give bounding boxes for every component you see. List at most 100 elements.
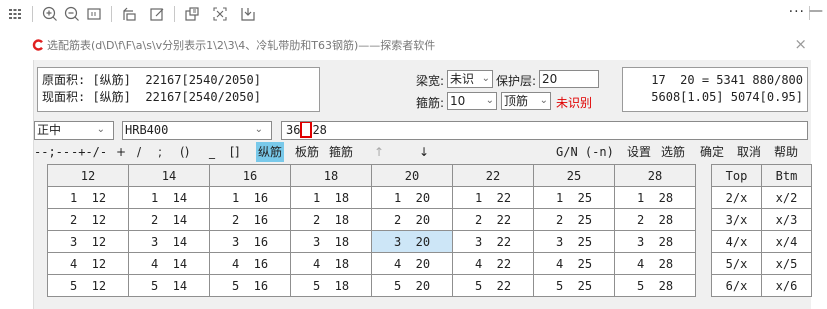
top-rebar-select[interactable]: 顶筋 ⌄ <box>501 92 551 110</box>
column-header[interactable]: Btm <box>761 164 812 187</box>
table-cell[interactable]: 2 25 <box>533 208 615 231</box>
table-cell[interactable]: x/2 <box>761 186 812 209</box>
table-cell[interactable]: 4 28 <box>614 252 696 275</box>
column-header[interactable]: 14 <box>128 164 210 187</box>
table-row: 6/x x/6 <box>711 274 812 297</box>
table-cell[interactable]: 1 16 <box>209 186 291 209</box>
table-cell[interactable]: 5 25 <box>533 274 615 297</box>
table-cell[interactable]: 3 22 <box>452 230 534 253</box>
rebar-input-field[interactable]: 36 28 <box>281 121 808 140</box>
symbol-brackets[interactable]: [] <box>230 142 239 162</box>
table-cell[interactable]: 5 22 <box>452 274 534 297</box>
cover-input[interactable]: 20 <box>539 70 599 88</box>
table-cell[interactable]: 6/x <box>711 274 762 297</box>
table-cell[interactable]: 5 20 <box>371 274 453 297</box>
symbol-underscore[interactable]: _ <box>209 142 215 162</box>
table-cell[interactable]: 2 18 <box>290 208 372 231</box>
position-select[interactable]: 正中 ⌄ <box>34 121 114 140</box>
table-cell[interactable]: 5 18 <box>290 274 372 297</box>
column-header[interactable]: 16 <box>209 164 291 187</box>
table-cell[interactable]: 3 28 <box>614 230 696 253</box>
ok-button[interactable]: 确定 <box>700 142 724 162</box>
table-cell[interactable]: 5 16 <box>209 274 291 297</box>
symbol-dash-semicolon[interactable]: --;-- <box>34 142 70 162</box>
symbol-parens[interactable]: () <box>180 142 189 162</box>
table-cell[interactable]: 4 22 <box>452 252 534 275</box>
stirrup-button[interactable]: 箍筋 <box>329 142 353 162</box>
beam-width-select[interactable]: 未识 ⌄ <box>447 70 493 88</box>
table-cell[interactable]: x/3 <box>761 208 812 231</box>
fit-icon[interactable] <box>83 3 105 25</box>
table-cell[interactable]: 2/x <box>711 186 762 209</box>
fullscreen-icon[interactable] <box>209 3 231 25</box>
stirrup-select[interactable]: 10 ⌄ <box>447 92 497 110</box>
table-cell[interactable]: 2 28 <box>614 208 696 231</box>
table-cell[interactable]: 1 25 <box>533 186 615 209</box>
table-cell[interactable]: 4 18 <box>290 252 372 275</box>
column-header[interactable]: 12 <box>47 164 129 187</box>
edit-icon[interactable] <box>146 3 168 25</box>
symbol-plus[interactable]: + <box>116 142 126 162</box>
table-cell[interactable]: 3 25 <box>533 230 615 253</box>
export-icon[interactable] <box>181 3 203 25</box>
table-row: 2 12 2 14 2 16 2 18 2 20 2 22 2 25 2 28 <box>47 208 696 231</box>
move-down-button[interactable]: ↓ <box>419 142 429 162</box>
table-cell[interactable]: 3 18 <box>290 230 372 253</box>
symbol-dash-plus[interactable]: -+-/- <box>71 142 107 162</box>
rotate-icon[interactable] <box>118 3 140 25</box>
table-cell[interactable]: 4/x <box>711 230 762 253</box>
table-cell[interactable]: 4 14 <box>128 252 210 275</box>
close-icon[interactable]: × <box>794 35 807 53</box>
column-header[interactable]: 25 <box>533 164 615 187</box>
table-cell[interactable]: 2 12 <box>47 208 129 231</box>
minimize-icon[interactable]: — <box>809 3 823 19</box>
table-cell[interactable]: 1 18 <box>290 186 372 209</box>
column-header[interactable]: 20 <box>371 164 453 187</box>
table-cell[interactable]: 4 16 <box>209 252 291 275</box>
steel-grade-select[interactable]: HRB400 ⌄ <box>122 121 272 140</box>
settings-button[interactable]: 设置 <box>627 142 651 162</box>
zoom-out-icon[interactable] <box>61 3 83 25</box>
table-cell-selected[interactable]: 3 20 <box>371 230 453 253</box>
grid-icon[interactable] <box>4 3 26 25</box>
table-cell[interactable]: x/6 <box>761 274 812 297</box>
table-cell[interactable]: 1 22 <box>452 186 534 209</box>
cancel-button[interactable]: 取消 <box>737 142 761 162</box>
table-cell[interactable]: 3/x <box>711 208 762 231</box>
table-cell[interactable]: 4 25 <box>533 252 615 275</box>
column-header[interactable]: 18 <box>290 164 372 187</box>
table-cell[interactable]: 2 20 <box>371 208 453 231</box>
table-cell[interactable]: 2 14 <box>128 208 210 231</box>
table-cell[interactable]: 1 28 <box>614 186 696 209</box>
symbol-semicolon[interactable]: ; <box>158 142 162 162</box>
table-cell[interactable]: 1 12 <box>47 186 129 209</box>
symbol-slash[interactable]: / <box>137 142 141 162</box>
table-cell[interactable]: x/4 <box>761 230 812 253</box>
column-header[interactable]: Top <box>711 164 762 187</box>
save-icon[interactable] <box>237 3 259 25</box>
select-rebar-button[interactable]: 选筋 <box>661 142 685 162</box>
gn-button[interactable]: G/N (-n) <box>556 142 614 162</box>
column-header[interactable]: 28 <box>614 164 696 187</box>
table-cell[interactable]: 4 20 <box>371 252 453 275</box>
column-header[interactable]: 22 <box>452 164 534 187</box>
more-options-icon[interactable]: ··· <box>789 4 805 20</box>
table-cell[interactable]: 3 14 <box>128 230 210 253</box>
table-cell[interactable]: 5/x <box>711 252 762 275</box>
table-cell[interactable]: 5 14 <box>128 274 210 297</box>
move-up-button[interactable]: ↑ <box>374 142 384 162</box>
table-cell[interactable]: 4 12 <box>47 252 129 275</box>
table-cell[interactable]: x/5 <box>761 252 812 275</box>
table-cell[interactable]: 3 16 <box>209 230 291 253</box>
slab-rebar-button[interactable]: 板筋 <box>295 142 319 162</box>
table-cell[interactable]: 5 28 <box>614 274 696 297</box>
table-cell[interactable]: 1 20 <box>371 186 453 209</box>
table-cell[interactable]: 3 12 <box>47 230 129 253</box>
help-button[interactable]: 帮助 <box>774 142 798 162</box>
zoom-in-icon[interactable] <box>39 3 61 25</box>
table-cell[interactable]: 1 14 <box>128 186 210 209</box>
table-cell[interactable]: 2 22 <box>452 208 534 231</box>
table-cell[interactable]: 2 16 <box>209 208 291 231</box>
table-cell[interactable]: 5 12 <box>47 274 129 297</box>
longitudinal-rebar-button[interactable]: 纵筋 <box>256 142 285 162</box>
